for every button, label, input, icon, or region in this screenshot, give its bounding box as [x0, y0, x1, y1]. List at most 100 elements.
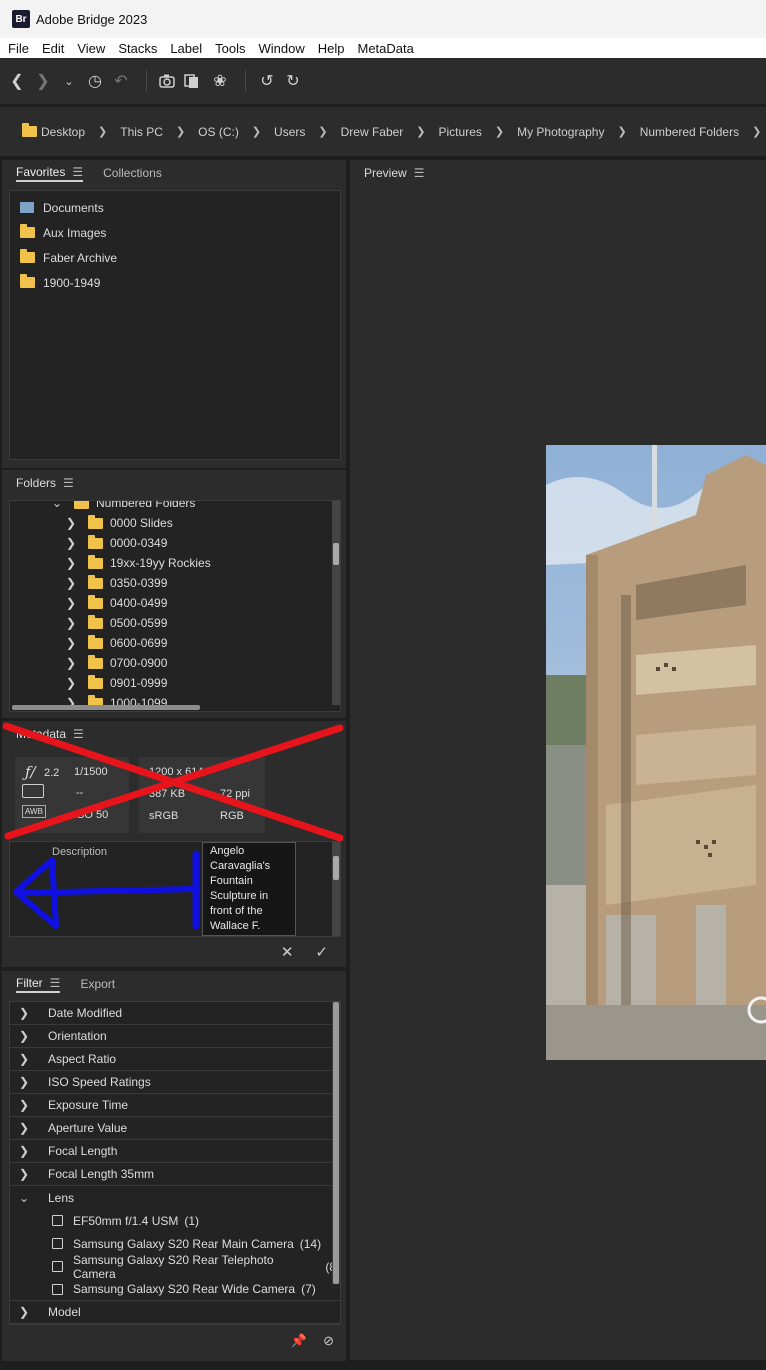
tab-export[interactable]: Export: [80, 977, 115, 991]
panel-menu-icon[interactable]: ☰: [414, 166, 425, 180]
filter-exposure-time[interactable]: ❯ Exposure Time: [10, 1094, 340, 1117]
panel-menu-icon[interactable]: ☰: [50, 976, 61, 990]
lens-option[interactable]: Samsung Galaxy S20 Rear Telephoto Camera…: [10, 1253, 340, 1281]
checkbox[interactable]: [52, 1238, 63, 1249]
crumb-my-photography[interactable]: My Photography: [517, 125, 604, 139]
chevron-right-icon[interactable]: ❯: [66, 576, 78, 590]
rotate-right-icon[interactable]: ↻: [282, 70, 304, 92]
chevron-right-icon[interactable]: ❯: [19, 1121, 33, 1135]
tree-item-numbered-folders[interactable]: ⌄ Numbered Folders: [52, 501, 195, 513]
chevron-right-icon[interactable]: ❯: [66, 556, 78, 570]
tree-item[interactable]: ❯ 19xx-19yy Rockies: [66, 553, 211, 573]
chevron-right-icon[interactable]: ❯: [19, 1098, 33, 1112]
tree-item[interactable]: ❯ 0000-0349: [66, 533, 167, 553]
scrollbar-thumb[interactable]: [333, 856, 339, 880]
chevron-right-icon[interactable]: ❯: [66, 676, 78, 690]
menu-file[interactable]: File: [0, 41, 34, 56]
tab-preview[interactable]: Preview ☰: [364, 166, 424, 180]
panel-menu-icon[interactable]: ☰: [72, 165, 83, 179]
favorite-aux-images[interactable]: Aux Images: [10, 220, 340, 245]
filter-date-modified[interactable]: ❯ Date Modified: [10, 1002, 340, 1025]
preview-image[interactable]: [546, 445, 766, 1060]
chevron-right-icon[interactable]: ❯: [19, 1305, 33, 1319]
pin-icon[interactable]: 📌: [291, 1333, 307, 1349]
tab-folders[interactable]: Folders ☰: [16, 476, 74, 490]
clear-filter-icon[interactable]: ⊘: [323, 1333, 334, 1349]
menu-metadata[interactable]: MetaData: [350, 41, 419, 56]
crumb-drew-faber[interactable]: Drew Faber: [341, 125, 404, 139]
chevron-right-icon[interactable]: ❯: [416, 125, 425, 138]
scrollbar-thumb[interactable]: [333, 1002, 339, 1284]
crumb-this-pc[interactable]: This PC: [120, 125, 163, 139]
tree-item[interactable]: ❯ 0400-0499: [66, 593, 167, 613]
chevron-right-icon[interactable]: ❯: [495, 125, 504, 138]
checkbox[interactable]: [52, 1283, 63, 1295]
tab-favorites[interactable]: Favorites ☰: [16, 165, 84, 182]
tree-item[interactable]: ❯ 0700-0900: [66, 653, 167, 673]
recent-dropdown-icon[interactable]: ⌄: [58, 70, 80, 92]
chevron-down-icon[interactable]: ⌄: [19, 1191, 33, 1205]
panel-menu-icon[interactable]: ☰: [63, 476, 74, 490]
favorite-1900-1949[interactable]: 1900-1949: [10, 270, 340, 295]
tab-filter[interactable]: Filter ☰: [16, 976, 61, 993]
menu-stacks[interactable]: Stacks: [110, 41, 162, 56]
scrollbar-thumb[interactable]: [333, 543, 339, 565]
checkbox[interactable]: [52, 1261, 63, 1272]
filter-aspect-ratio[interactable]: ❯ Aspect Ratio: [10, 1048, 340, 1071]
chevron-right-icon[interactable]: ❯: [752, 125, 761, 138]
checkbox[interactable]: [52, 1215, 63, 1226]
crumb-pictures[interactable]: Pictures: [439, 125, 482, 139]
chevron-right-icon[interactable]: ❯: [66, 516, 78, 530]
forward-icon[interactable]: ❯: [32, 70, 54, 92]
rotate-left-icon[interactable]: ↺: [256, 70, 278, 92]
tab-collections[interactable]: Collections: [103, 166, 162, 180]
lens-option[interactable]: Samsung Galaxy S20 Rear Wide Camera (7): [10, 1278, 340, 1301]
menu-view[interactable]: View: [69, 41, 110, 56]
tree-item[interactable]: ❯ 0500-0599: [66, 613, 167, 633]
menu-edit[interactable]: Edit: [34, 41, 69, 56]
tree-item[interactable]: ❯ 0000 Slides: [66, 513, 173, 533]
refine-icon[interactable]: ❀: [209, 70, 231, 92]
chevron-right-icon[interactable]: ❯: [318, 125, 327, 138]
menu-window[interactable]: Window: [251, 41, 310, 56]
filter-focal-length-35mm[interactable]: ❯ Focal Length 35mm: [10, 1163, 340, 1186]
favorite-faber-archive[interactable]: Faber Archive: [10, 245, 340, 270]
metadata-scrollbar[interactable]: [332, 842, 340, 936]
back-icon[interactable]: ❮: [6, 70, 28, 92]
filter-orientation[interactable]: ❯ Orientation: [10, 1025, 340, 1048]
chevron-right-icon[interactable]: ❯: [19, 1075, 33, 1089]
filter-lens[interactable]: ⌄ Lens: [10, 1186, 340, 1209]
crumb-os-c[interactable]: OS (C:): [198, 125, 239, 139]
chevron-right-icon[interactable]: ❯: [19, 1052, 33, 1066]
chevron-right-icon[interactable]: ❯: [252, 125, 261, 138]
chevron-right-icon[interactable]: ❯: [66, 616, 78, 630]
chevron-right-icon[interactable]: ❯: [19, 1144, 33, 1158]
chevron-right-icon[interactable]: ❯: [66, 656, 78, 670]
menu-help[interactable]: Help: [310, 41, 350, 56]
horizontal-scrollbar-thumb[interactable]: [12, 705, 200, 710]
filter-scrollbar[interactable]: [332, 1002, 340, 1284]
filter-aperture-value[interactable]: ❯ Aperture Value: [10, 1117, 340, 1140]
chevron-right-icon[interactable]: ❯: [19, 1167, 33, 1181]
copy-dropdown-icon[interactable]: [183, 70, 205, 92]
tree-item[interactable]: ❯ 0350-0399: [66, 573, 167, 593]
filter-focal-length[interactable]: ❯ Focal Length: [10, 1140, 340, 1163]
camera-import-icon[interactable]: [157, 70, 179, 92]
chevron-right-icon[interactable]: ❯: [66, 596, 78, 610]
menu-label[interactable]: Label: [162, 41, 207, 56]
folder-tree-scrollbar[interactable]: [332, 501, 340, 705]
chevron-right-icon[interactable]: ❯: [19, 1029, 33, 1043]
history-icon[interactable]: ◷: [84, 70, 106, 92]
cancel-icon[interactable]: ✕: [281, 943, 294, 961]
description-input[interactable]: Angelo Caravaglia's Fountain Sculpture i…: [202, 842, 296, 936]
favorite-documents[interactable]: Documents: [10, 195, 340, 220]
chevron-right-icon[interactable]: ❯: [66, 636, 78, 650]
chevron-right-icon[interactable]: ❯: [19, 1006, 33, 1020]
menu-tools[interactable]: Tools: [207, 41, 250, 56]
crumb-users[interactable]: Users: [274, 125, 305, 139]
chevron-right-icon[interactable]: ❯: [617, 125, 626, 138]
apply-check-icon[interactable]: ✓: [315, 943, 328, 961]
lens-option[interactable]: EF50mm f/1.4 USM (1): [10, 1209, 340, 1232]
tree-item[interactable]: ❯ 0600-0699: [66, 633, 167, 653]
filter-iso-speed[interactable]: ❯ ISO Speed Ratings: [10, 1071, 340, 1094]
